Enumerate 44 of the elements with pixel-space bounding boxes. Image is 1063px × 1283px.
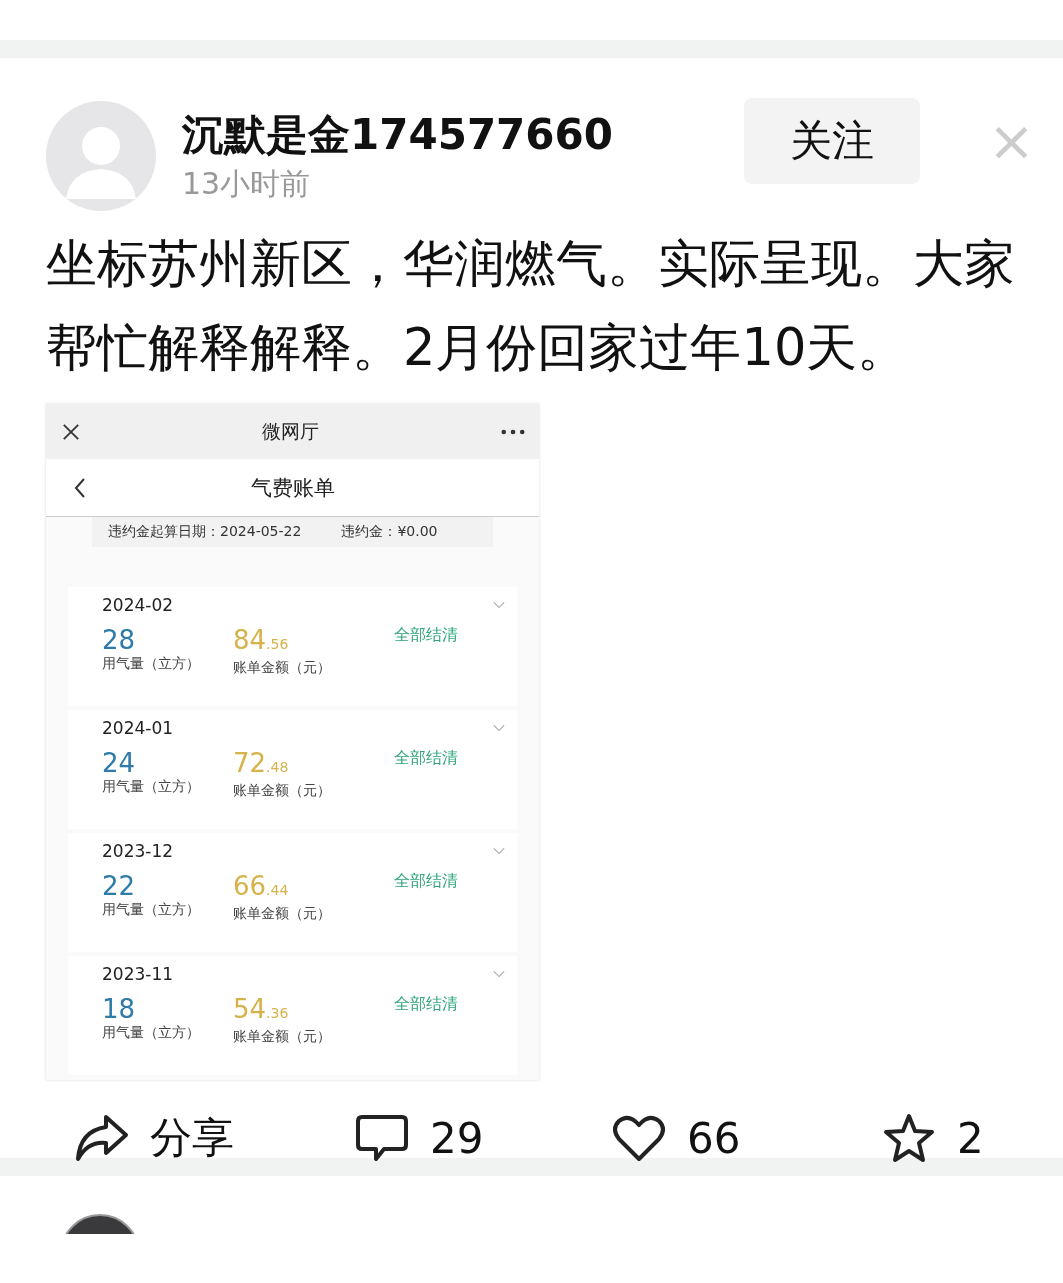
post-time: 13小时前 — [182, 165, 312, 203]
penalty-amount: 违约金：¥0.00 — [341, 523, 438, 541]
post-text: 坐标苏州新区，华润燃气。实际呈现。大家帮忙解释解释。2月份回家过年10天。 — [46, 233, 1016, 379]
usage-value: 24 — [102, 748, 137, 778]
share-button[interactable]: 分享 — [74, 1110, 354, 1166]
usage-label: 用气量（立方） — [102, 655, 201, 673]
status-label: 全部结清 — [394, 871, 458, 892]
bill-month: 2024-01 — [102, 718, 174, 738]
amount-label: 账单金额（元） — [233, 905, 332, 923]
usage-label: 用气量（立方） — [102, 1024, 201, 1042]
status-label: 全部结清 — [394, 994, 458, 1015]
amount-value: 72.48 — [233, 748, 290, 780]
usage-value: 18 — [102, 994, 137, 1024]
page-title: 气费账单 — [249, 474, 336, 502]
amount-value: 54.36 — [233, 994, 290, 1026]
amount-value: 84.56 — [233, 625, 290, 657]
heart-icon — [611, 1113, 667, 1163]
author-name[interactable]: 沉默是金174577660 — [182, 107, 745, 163]
amount-label: 账单金额（元） — [233, 659, 332, 677]
bill-month: 2024-02 — [102, 595, 174, 615]
status-label: 全部结清 — [394, 748, 458, 769]
more-icon — [501, 428, 525, 435]
avatar[interactable] — [46, 101, 156, 211]
amount-value: 66.44 — [233, 871, 290, 903]
like-button[interactable]: 66 — [611, 1110, 881, 1166]
close-icon — [62, 422, 80, 441]
back-icon — [74, 476, 86, 499]
usage-label: 用气量（立方） — [102, 901, 201, 919]
star-icon — [881, 1113, 937, 1163]
share-icon — [74, 1113, 130, 1163]
window-title: 微网厅 — [261, 418, 320, 444]
penalty-date: 违约金起算日期：2024-05-22 — [108, 523, 302, 541]
star-button[interactable]: 2 — [881, 1110, 984, 1166]
usage-value: 22 — [102, 871, 137, 901]
bill-month: 2023-12 — [102, 841, 174, 861]
comment-icon — [354, 1113, 410, 1163]
bill-month: 2023-11 — [102, 964, 174, 984]
amount-label: 账单金额（元） — [233, 782, 332, 800]
usage-label: 用气量（立方） — [102, 778, 201, 796]
follow-button[interactable]: 关注 — [744, 98, 921, 184]
comment-button[interactable]: 29 — [354, 1110, 611, 1166]
usage-value: 28 — [102, 625, 137, 655]
status-label: 全部结清 — [394, 625, 458, 646]
amount-label: 账单金额（元） — [233, 1028, 332, 1046]
